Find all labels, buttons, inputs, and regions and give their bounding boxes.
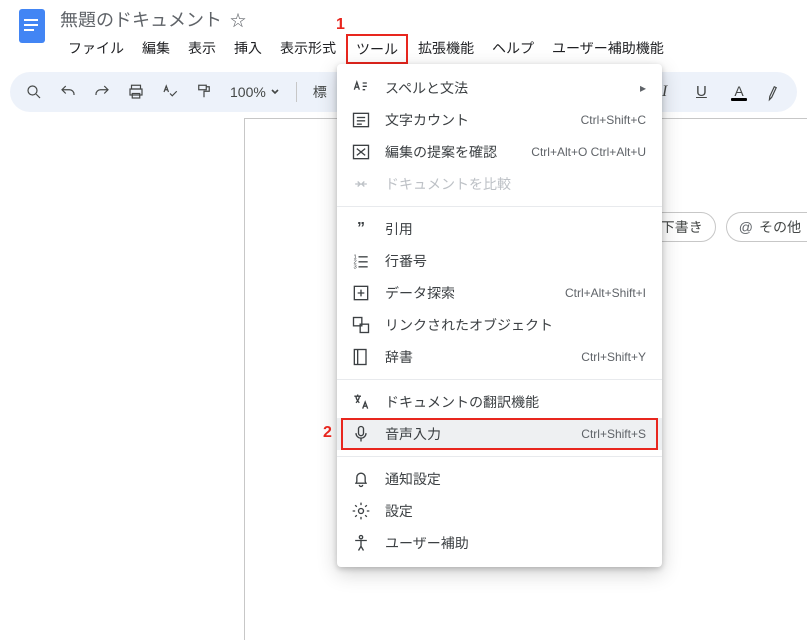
- word-count-icon: [351, 110, 371, 130]
- shortcut-label: Ctrl+Shift+S: [581, 427, 646, 441]
- spellcheck-icon[interactable]: [156, 78, 184, 106]
- menu-file[interactable]: ファイル: [60, 34, 132, 64]
- menu-accessibility[interactable]: ユーザー補助: [337, 527, 662, 559]
- highlight-color-button[interactable]: [759, 78, 787, 106]
- menu-format[interactable]: 表示形式: [272, 34, 344, 64]
- underline-button[interactable]: U: [691, 78, 719, 106]
- menu-edit[interactable]: 編集: [134, 34, 178, 64]
- zoom-select[interactable]: 100%: [224, 84, 286, 100]
- shortcut-label: Ctrl+Alt+O Ctrl+Alt+U: [531, 145, 646, 159]
- text-color-button[interactable]: A: [725, 78, 753, 106]
- menu-tools[interactable]: 1 ツール: [346, 34, 408, 64]
- menu-help[interactable]: ヘルプ: [484, 34, 542, 64]
- menu-voice-typing[interactable]: 2 音声入力 Ctrl+Shift+S: [337, 418, 662, 450]
- paint-format-icon[interactable]: [190, 78, 218, 106]
- paragraph-style-select[interactable]: 標: [307, 82, 333, 102]
- menu-preferences[interactable]: 設定: [337, 495, 662, 527]
- tools-menu-dropdown: スペルと文法 ▸ 文字カウント Ctrl+Shift+C 編集の提案を確認 Ct…: [337, 64, 662, 567]
- doc-title[interactable]: 無題のドキュメント: [60, 6, 222, 32]
- menu-spelling-grammar[interactable]: スペルと文法 ▸: [337, 72, 662, 104]
- bell-icon: [351, 469, 371, 489]
- print-icon[interactable]: [122, 78, 150, 106]
- chevron-right-icon: ▸: [640, 81, 646, 95]
- annotation-1: 1: [336, 16, 345, 34]
- menu-ext[interactable]: 拡張機能: [410, 34, 482, 64]
- compare-icon: [351, 174, 371, 194]
- menu-separator: [337, 379, 662, 380]
- at-icon: @: [739, 219, 753, 235]
- annotation-2: 2: [323, 424, 332, 442]
- menu-line-numbers[interactable]: 123 行番号: [337, 245, 662, 277]
- chip-other[interactable]: @ その他: [726, 212, 807, 242]
- spelling-icon: [351, 78, 371, 98]
- line-numbers-icon: 123: [351, 251, 371, 271]
- menu-compare-docs: ドキュメントを比較: [337, 168, 662, 200]
- microphone-icon: [351, 424, 371, 444]
- redo-icon[interactable]: [88, 78, 116, 106]
- star-icon[interactable]: ☆: [230, 7, 246, 31]
- menu-insert[interactable]: 挿入: [226, 34, 270, 64]
- menu-notification-settings[interactable]: 通知設定: [337, 463, 662, 495]
- translate-icon: [351, 392, 371, 412]
- dictionary-icon: [351, 347, 371, 367]
- menu-word-count[interactable]: 文字カウント Ctrl+Shift+C: [337, 104, 662, 136]
- menu-explore[interactable]: データ探索 Ctrl+Alt+Shift+I: [337, 277, 662, 309]
- menu-translate[interactable]: ドキュメントの翻訳機能: [337, 386, 662, 418]
- menu-citations[interactable]: ” 引用: [337, 213, 662, 245]
- quote-icon: ”: [351, 219, 371, 239]
- chevron-down-icon: [270, 87, 280, 97]
- menu-separator: [337, 456, 662, 457]
- menu-a11y[interactable]: ユーザー補助機能: [544, 34, 672, 64]
- menu-view[interactable]: 表示: [180, 34, 224, 64]
- menubar: ファイル 編集 表示 挿入 表示形式 1 ツール 拡張機能 ヘルプ ユーザー補助…: [60, 34, 672, 64]
- search-icon[interactable]: [20, 78, 48, 106]
- menu-separator: [337, 206, 662, 207]
- review-icon: [351, 142, 371, 162]
- menu-dictionary[interactable]: 辞書 Ctrl+Shift+Y: [337, 341, 662, 373]
- settings-icon: [351, 501, 371, 521]
- menu-review-suggestions[interactable]: 編集の提案を確認 Ctrl+Alt+O Ctrl+Alt+U: [337, 136, 662, 168]
- shortcut-label: Ctrl+Shift+Y: [581, 350, 646, 364]
- docs-logo[interactable]: [14, 8, 50, 44]
- menu-linked-objects[interactable]: リンクされたオブジェクト: [337, 309, 662, 341]
- svg-text:3: 3: [354, 265, 357, 271]
- linked-icon: [351, 315, 371, 335]
- shortcut-label: Ctrl+Alt+Shift+I: [565, 286, 646, 300]
- shortcut-label: Ctrl+Shift+C: [581, 113, 646, 127]
- toolbar-divider: [296, 82, 297, 102]
- explore-icon: [351, 283, 371, 303]
- undo-icon[interactable]: [54, 78, 82, 106]
- accessibility-icon: [351, 533, 371, 553]
